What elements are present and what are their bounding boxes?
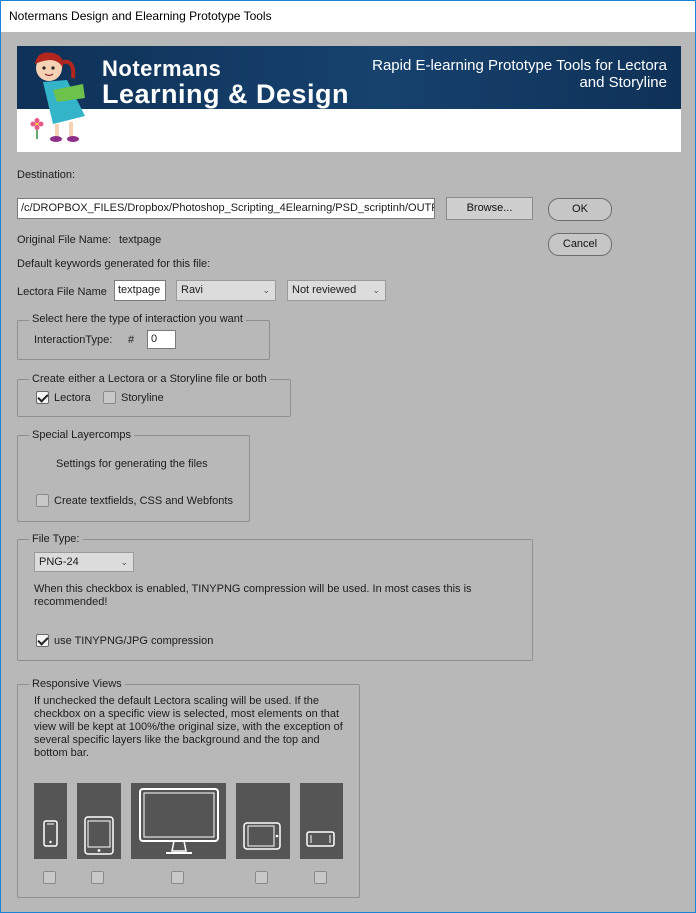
file-type-group-title: File Type: — [29, 533, 83, 545]
responsive-views-description: If unchecked the default Lectora scaling… — [34, 695, 343, 759]
chevron-down-icon: ⌄ — [262, 285, 270, 295]
storyline-checkbox[interactable] — [103, 391, 116, 404]
view-checkbox-phone-landscape[interactable] — [314, 871, 327, 884]
interaction-hash-label: # — [128, 334, 135, 346]
textfields-checkbox[interactable] — [36, 494, 49, 507]
view-checkbox-tablet-portrait[interactable] — [91, 871, 104, 884]
logo-text-line2: Learning & Design — [102, 79, 350, 109]
original-file-name-label: Original File Name: — [17, 234, 112, 246]
default-keywords-label: Default keywords generated for this file… — [17, 258, 211, 270]
tablet-landscape-icon — [243, 822, 281, 850]
cancel-button[interactable]: Cancel — [548, 233, 612, 256]
interaction-type-label: InteractionType: — [34, 334, 113, 346]
file-type-note: When this checkbox is enabled, TINYPNG c… — [34, 583, 472, 608]
file-type-select[interactable]: PNG-24 ⌄ — [34, 552, 134, 572]
view-tile-phone-portrait[interactable] — [34, 783, 67, 859]
file-type-select-value: PNG-24 — [39, 556, 79, 568]
chevron-down-icon: ⌄ — [120, 557, 128, 567]
destination-label: Destination: — [17, 169, 76, 181]
interaction-type-field[interactable]: 0 — [147, 330, 176, 349]
desktop-monitor-icon — [139, 788, 219, 854]
responsive-views-group-title: Responsive Views — [29, 678, 125, 690]
view-checkbox-tablet-landscape[interactable] — [255, 871, 268, 884]
ok-button[interactable]: OK — [548, 198, 612, 221]
view-tile-phone-landscape[interactable] — [300, 783, 343, 859]
author-select[interactable]: Ravi ⌄ — [176, 280, 276, 301]
textfields-checkbox-label: Create textfields, CSS and Webfonts — [54, 495, 233, 507]
lectora-checkbox[interactable] — [36, 391, 49, 404]
layercomps-subtitle: Settings for generating the files — [56, 458, 208, 470]
author-select-value: Ravi — [181, 284, 204, 296]
review-status-select[interactable]: Not reviewed ⌄ — [287, 280, 386, 301]
view-tile-tablet-portrait[interactable] — [77, 783, 121, 859]
lectora-file-name-field[interactable]: textpage — [114, 280, 166, 301]
tinypng-checkbox[interactable] — [36, 634, 49, 647]
layercomps-group — [17, 435, 250, 522]
interaction-group-title: Select here the type of interaction you … — [29, 313, 246, 325]
storyline-checkbox-label: Storyline — [121, 392, 164, 404]
tinypng-checkbox-label: use TINYPNG/JPG compression — [54, 635, 214, 647]
destination-path-field[interactable]: /c/DROPBOX_FILES/Dropbox/Photoshop_Scrip… — [17, 198, 435, 219]
window-title: Notermans Design and Elearning Prototype… — [1, 1, 695, 32]
view-checkbox-phone-portrait[interactable] — [43, 871, 56, 884]
view-tile-desktop[interactable] — [131, 783, 226, 859]
dialog-window: Notermans Design and Elearning Prototype… — [0, 0, 696, 913]
view-checkbox-desktop[interactable] — [171, 871, 184, 884]
browse-button[interactable]: Browse... — [446, 197, 533, 220]
review-status-value: Not reviewed — [292, 284, 357, 296]
tablet-portrait-icon — [84, 816, 114, 855]
layercomps-group-title: Special Layercomps — [29, 429, 135, 441]
original-file-name-value: textpage — [119, 234, 162, 246]
chevron-down-icon: ⌄ — [372, 285, 380, 295]
lectora-checkbox-label: Lectora — [54, 392, 91, 404]
output-kind-group-title: Create either a Lectora or a Storyline f… — [29, 373, 270, 385]
banner-tagline: Rapid E-learning Prototype Tools for Lec… — [372, 57, 667, 91]
flower-icon — [30, 118, 44, 139]
lectora-file-name-label: Lectora File Name — [17, 286, 107, 298]
phone-landscape-icon — [306, 831, 335, 847]
banner: Notermans Learning & Design Rapid E-lear… — [17, 46, 681, 152]
view-tile-tablet-landscape[interactable] — [236, 783, 290, 859]
phone-portrait-icon — [43, 820, 58, 847]
